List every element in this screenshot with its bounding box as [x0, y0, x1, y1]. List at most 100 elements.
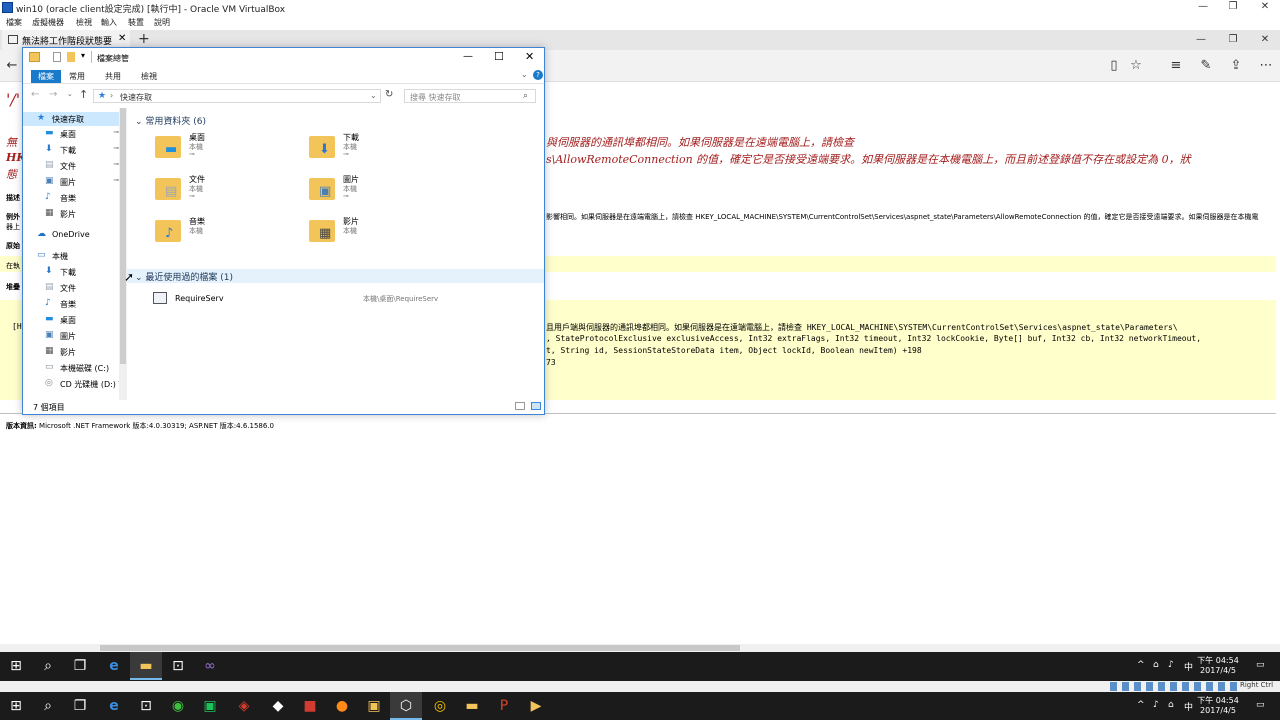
- explorer-close-button[interactable]: ✕: [525, 50, 534, 63]
- acrobat-icon[interactable]: ◈: [228, 692, 260, 720]
- tray-expand-icon[interactable]: ^: [1137, 660, 1145, 670]
- folder-tile[interactable]: ▬ 桌面 本機 ⊸: [153, 132, 283, 172]
- tree-item[interactable]: ▤ 文件 ⊸: [23, 159, 127, 173]
- horizontal-scrollbar[interactable]: [0, 644, 1280, 652]
- host-notification-icon[interactable]: ▭: [1256, 700, 1265, 710]
- recent-locations-icon[interactable]: ⌄: [67, 90, 73, 98]
- tree-item[interactable]: ☁ OneDrive: [23, 228, 127, 242]
- tree-item[interactable]: ▣ 圖片: [23, 329, 127, 343]
- explorer-maximize-button[interactable]: ☐: [494, 50, 504, 63]
- tree-item[interactable]: ★ 快速存取: [23, 112, 127, 126]
- tree-item[interactable]: ♪ 音樂: [23, 191, 127, 205]
- more-icon[interactable]: ⋯: [1258, 58, 1274, 74]
- browser-close-button[interactable]: ✕: [1254, 33, 1276, 47]
- host-file-explorer-icon[interactable]: ▬: [456, 692, 488, 720]
- refresh-icon[interactable]: ↻: [385, 89, 393, 100]
- firefox-icon[interactable]: ●: [326, 692, 358, 720]
- chrome-icon[interactable]: ◎: [424, 692, 456, 720]
- tree-item[interactable]: ◎ CD 光碟機 (D:) V: [23, 377, 127, 391]
- clock[interactable]: 下午 04:54 2017/4/5: [1196, 656, 1240, 676]
- task-view-icon[interactable]: ❐: [64, 652, 96, 680]
- menu-devices[interactable]: 裝置: [128, 17, 144, 28]
- tab-close-icon[interactable]: ✕: [118, 33, 126, 44]
- media-app-icon[interactable]: ■: [294, 692, 326, 720]
- horizontal-scrollbar-thumb[interactable]: [100, 645, 740, 651]
- tree-item[interactable]: ▦ 影片: [23, 345, 127, 359]
- menu-view[interactable]: 檢視: [76, 17, 92, 28]
- virtualbox-taskbar-icon[interactable]: ⬡: [390, 692, 422, 720]
- tree-item[interactable]: ▤ 文件: [23, 281, 127, 295]
- visual-studio-icon[interactable]: ∞: [194, 652, 226, 680]
- menu-file[interactable]: 檔案: [6, 17, 22, 28]
- menu-input[interactable]: 輸入: [101, 17, 117, 28]
- file-explorer-taskbar-icon[interactable]: ▬: [130, 652, 162, 680]
- start-button-icon[interactable]: ⊞: [0, 652, 32, 680]
- tree-item[interactable]: ▭ 本機磁碟 (C:): [23, 361, 127, 375]
- reading-view-icon[interactable]: ▯: [1106, 58, 1122, 74]
- store-icon[interactable]: ⊡: [162, 652, 194, 680]
- video-player-icon[interactable]: ▶: [520, 692, 552, 720]
- host-ime-indicator[interactable]: 中: [1184, 700, 1193, 713]
- nav-forward-icon[interactable]: →: [49, 89, 57, 100]
- tree-item[interactable]: ⬇ 下載: [23, 265, 127, 279]
- host-store-icon[interactable]: ⊡: [130, 692, 162, 720]
- browser-minimize-button[interactable]: —: [1190, 33, 1212, 47]
- folder-tile[interactable]: ▦ 影片 本機: [307, 216, 437, 256]
- host-network-icon[interactable]: ⌂: [1168, 700, 1174, 710]
- menu-machine[interactable]: 虛擬機器: [32, 17, 64, 28]
- folder-tile[interactable]: ♪ 音樂 本機: [153, 216, 283, 256]
- archive-app-icon[interactable]: ▣: [358, 692, 390, 720]
- host-volume-icon[interactable]: ♪: [1153, 700, 1159, 710]
- address-dropdown-icon[interactable]: ⌄: [370, 91, 377, 100]
- notification-icon[interactable]: ▭: [1256, 660, 1265, 670]
- powerpoint-icon[interactable]: P: [488, 692, 520, 720]
- folder-tile[interactable]: ⬇ 下載 本機 ⊸: [307, 132, 437, 172]
- ribbon-file-tab[interactable]: 檔案: [31, 70, 61, 83]
- minimize-button[interactable]: —: [1192, 0, 1214, 14]
- folder-tile[interactable]: ▣ 圖片 本機 ⊸: [307, 174, 437, 214]
- tree-item[interactable]: ⬇ 下載 ⊸: [23, 143, 127, 157]
- share-icon[interactable]: ⇪: [1228, 58, 1244, 74]
- restore-button[interactable]: ❐: [1222, 0, 1244, 14]
- ribbon-tab-view[interactable]: 檢視: [141, 71, 157, 82]
- tree-item[interactable]: ▬ 桌面 ⊸: [23, 127, 127, 141]
- recent-files-header-row[interactable]: ⌄ 最近使用過的檔案 (1): [127, 269, 544, 283]
- tree-item[interactable]: ▦ 影片: [23, 207, 127, 221]
- wechat-icon[interactable]: ◉: [162, 692, 194, 720]
- address-bar[interactable]: ★ › 快速存取 ⌄: [93, 89, 381, 103]
- folder-tile[interactable]: ▤ 文件 本機 ⊸: [153, 174, 283, 214]
- host-tray-expand-icon[interactable]: ^: [1137, 700, 1145, 710]
- line-icon[interactable]: ▣: [194, 692, 226, 720]
- navigation-scrollbar-thumb[interactable]: [120, 108, 126, 364]
- quick-access-toolbar-dropdown-icon[interactable]: ▾: [81, 51, 85, 60]
- help-icon[interactable]: ?: [533, 70, 543, 80]
- recent-file-row[interactable]: RequireServ 本機\桌面\RequireServ: [153, 292, 533, 306]
- host-start-button-icon[interactable]: ⊞: [0, 692, 32, 720]
- ribbon-tab-share[interactable]: 共用: [105, 71, 121, 82]
- ribbon-expand-icon[interactable]: ⌄: [521, 70, 528, 79]
- host-edge-icon[interactable]: e: [98, 692, 130, 720]
- nav-up-icon[interactable]: ↑: [79, 88, 88, 101]
- tree-item[interactable]: ♪ 音樂: [23, 297, 127, 311]
- large-icons-view-icon[interactable]: [531, 402, 541, 410]
- browser-restore-button[interactable]: ❐: [1222, 33, 1244, 47]
- network-icon[interactable]: ⌂: [1153, 660, 1159, 670]
- edge-browser-icon[interactable]: e: [98, 652, 130, 680]
- tree-item[interactable]: ▭ 本機: [23, 249, 127, 263]
- volume-icon[interactable]: ♪: [1168, 660, 1174, 670]
- new-folder-icon[interactable]: [67, 52, 75, 62]
- tree-item[interactable]: ▣ 圖片 ⊸: [23, 175, 127, 189]
- app-diamond-icon[interactable]: ◆: [262, 692, 294, 720]
- nav-back-icon[interactable]: ←: [31, 89, 39, 100]
- ime-indicator[interactable]: 中: [1184, 660, 1193, 673]
- navigation-scrollbar[interactable]: [119, 108, 127, 400]
- new-tab-button[interactable]: +: [138, 31, 150, 47]
- explorer-minimize-button[interactable]: —: [463, 51, 473, 62]
- favorite-star-icon[interactable]: ☆: [1128, 58, 1144, 74]
- search-taskbar-icon[interactable]: ⌕: [32, 652, 64, 680]
- properties-icon[interactable]: [53, 52, 61, 62]
- details-view-icon[interactable]: [515, 402, 525, 410]
- host-search-icon[interactable]: ⌕: [32, 692, 64, 720]
- hub-icon[interactable]: ≡: [1168, 58, 1184, 74]
- search-input[interactable]: 搜尋 快速存取 ⌕: [404, 89, 536, 103]
